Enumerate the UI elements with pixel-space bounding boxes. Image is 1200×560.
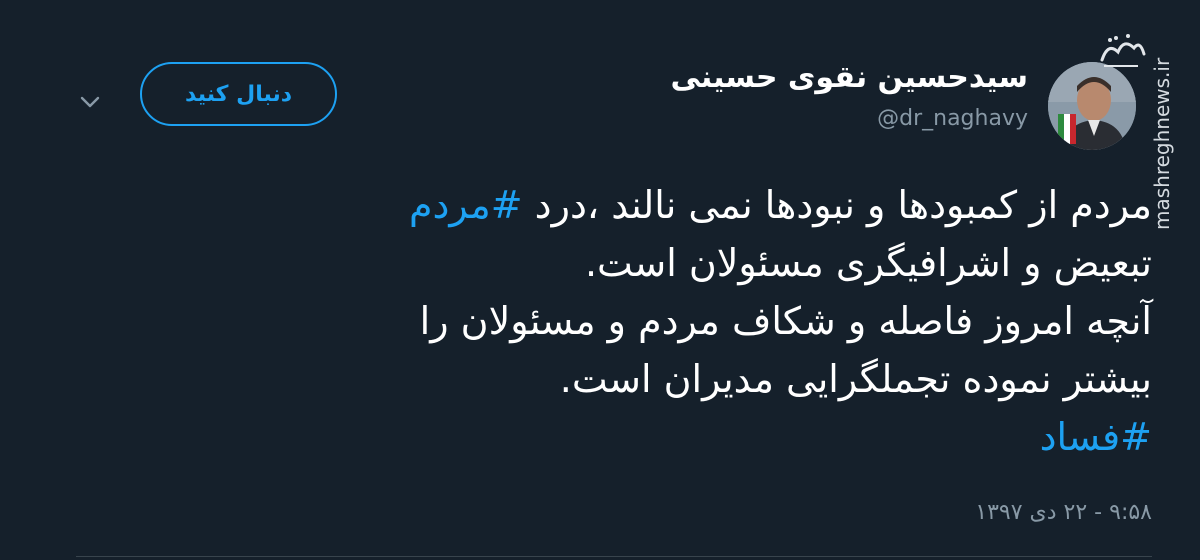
chevron-down-icon[interactable] [76,90,104,114]
tweet-line-4: بیشتر نموده تجملگرایی مدیران است. [559,357,1152,401]
tweet-line-3: آنچه امروز فاصله و شکاف مردم و مسئولان ر… [419,299,1152,343]
tweet-text: مردم از کمبودها و نبودها نمی نالند ،درد … [92,176,1152,466]
tweet-timestamp[interactable]: ۹:۵۸ - ۲۲ دی ۱۳۹۷ [975,500,1152,525]
follow-button[interactable]: دنبال کنید [140,62,337,126]
watermark-logo [1098,30,1146,70]
hashtag-link[interactable]: #فساد [92,408,1152,466]
tweet-line-1: مردم از کمبودها و نبودها نمی نالند ،درد … [92,176,1152,234]
tweet-line-2: تبعیض و اشرافیگری مسئولان است. [584,241,1152,285]
author-handle[interactable]: @dr_naghavy [877,106,1028,131]
watermark-site: mashreghnews.ir [1150,57,1174,230]
tweet-card: دنبال کنید سیدحسین نقوی حسینی @dr_naghav… [0,0,1200,560]
author-name[interactable]: سیدحسین نقوی حسینی [670,60,1028,95]
tweet-line-1-text: مردم از کمبودها و نبودها نمی نالند ،درد [534,183,1152,227]
hashtag-link[interactable]: #مردم [409,183,523,227]
avatar[interactable] [1048,62,1136,150]
divider [76,556,1152,557]
